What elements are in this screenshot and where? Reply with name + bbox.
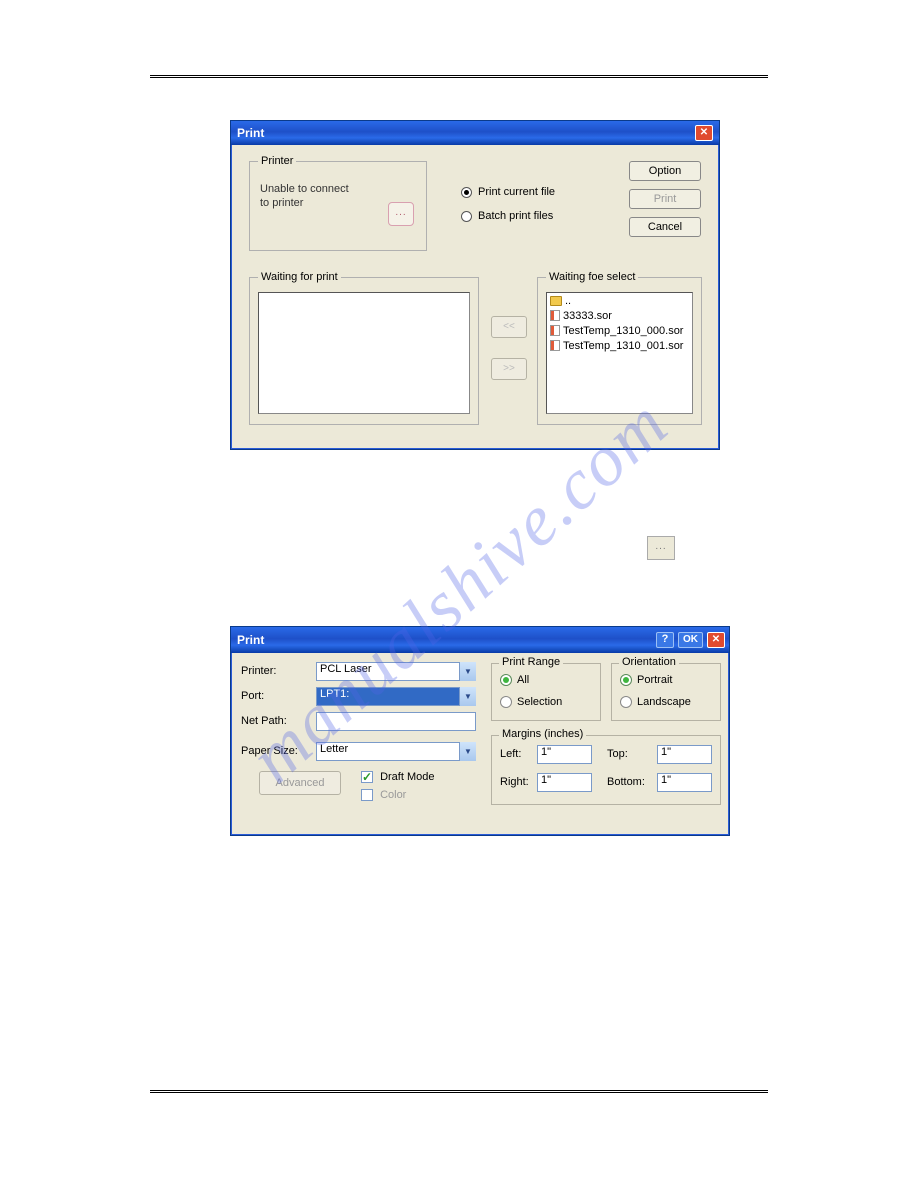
advanced-button[interactable]: Advanced	[259, 771, 341, 795]
inline-browse-button[interactable]: ...	[647, 536, 675, 560]
dialog-button-column: Option Print Cancel	[629, 161, 701, 237]
close-icon[interactable]: ✕	[695, 125, 713, 141]
printer-status-l1: Unable to connect	[260, 183, 349, 195]
chevron-down-icon[interactable]: ▼	[459, 742, 476, 761]
close-icon[interactable]: ✕	[707, 632, 725, 648]
range-selection-radio[interactable]: Selection	[500, 696, 562, 708]
margin-bottom-input[interactable]: 1"	[657, 773, 712, 792]
waiting-select-legend: Waiting foe select	[546, 271, 638, 283]
papersize-combo[interactable]: Letter ▼	[316, 742, 476, 761]
printer-combo[interactable]: PCL Laser ▼	[316, 662, 476, 681]
printer-group: Printer Unable to connect to printer ...	[249, 161, 427, 251]
range-all-radio[interactable]: All	[500, 674, 529, 686]
move-right-button[interactable]: >>	[491, 358, 527, 380]
port-value[interactable]: LPT1:	[316, 687, 476, 706]
port-combo[interactable]: LPT1: ▼	[316, 687, 476, 706]
parent-label: ..	[565, 295, 571, 307]
printer-browse-button[interactable]: ...	[388, 202, 414, 226]
batch-print-radio[interactable]: Batch print files	[461, 210, 555, 222]
printer-value[interactable]: PCL Laser	[316, 662, 476, 681]
chevron-down-icon[interactable]: ▼	[459, 662, 476, 681]
print-button[interactable]: Print	[629, 189, 701, 209]
radio-icon	[620, 674, 632, 686]
file-row[interactable]: TestTemp_1310_001.sor	[547, 338, 692, 353]
file-label: TestTemp_1310_001.sor	[563, 340, 683, 352]
netpath-label: Net Path:	[241, 715, 287, 727]
print-current-radio[interactable]: Print current file	[461, 186, 555, 198]
file-icon	[550, 325, 560, 336]
top-divider	[150, 75, 768, 78]
waiting-print-list[interactable]	[258, 292, 470, 414]
option-button[interactable]: Option	[629, 161, 701, 181]
ok-button[interactable]: OK	[678, 632, 703, 648]
printer-status: Unable to connect to printer	[260, 182, 349, 211]
range-selection-label: Selection	[517, 696, 562, 708]
print-current-label: Print current file	[478, 186, 555, 198]
print-dialog: Print ✕ Printer Unable to connect to pri…	[230, 120, 720, 450]
file-label: 33333.sor	[563, 310, 612, 322]
print-setup-dialog: Print ? OK ✕ Printer: Port: Net Path: Pa…	[230, 626, 730, 836]
draft-checkbox[interactable]: Draft Mode	[361, 771, 434, 783]
margins-group: Margins (inches) Left: 1" Top: 1" Right:…	[491, 735, 721, 805]
draft-label: Draft Mode	[380, 771, 434, 783]
margin-right-input[interactable]: 1"	[537, 773, 592, 792]
checkbox-icon	[361, 771, 373, 783]
help-icon[interactable]: ?	[656, 632, 674, 648]
file-icon	[550, 340, 560, 351]
waiting-print-group: Waiting for print	[249, 277, 479, 425]
margin-top-input[interactable]: 1"	[657, 745, 712, 764]
waiting-select-group: Waiting foe select .. 33333.sor TestTemp…	[537, 277, 702, 425]
margins-legend: Margins (inches)	[499, 728, 586, 740]
papersize-value[interactable]: Letter	[316, 742, 476, 761]
port-label: Port:	[241, 690, 264, 702]
file-label: TestTemp_1310_000.sor	[563, 325, 683, 337]
landscape-label: Landscape	[637, 696, 691, 708]
range-all-label: All	[517, 674, 529, 686]
cancel-button[interactable]: Cancel	[629, 217, 701, 237]
move-buttons: << >>	[491, 316, 527, 380]
landscape-radio[interactable]: Landscape	[620, 696, 691, 708]
file-row[interactable]: 33333.sor	[547, 308, 692, 323]
orientation-legend: Orientation	[619, 656, 679, 668]
title-text: Print	[237, 633, 264, 647]
file-icon	[550, 310, 560, 321]
orientation-group: Orientation Portrait Landscape	[611, 663, 721, 721]
printer-legend: Printer	[258, 155, 296, 167]
print-range-group: Print Range All Selection	[491, 663, 601, 721]
color-checkbox[interactable]: Color	[361, 789, 406, 801]
chevron-down-icon[interactable]: ▼	[459, 687, 476, 706]
radio-icon	[500, 696, 512, 708]
waiting-print-legend: Waiting for print	[258, 271, 341, 283]
waiting-select-list[interactable]: .. 33333.sor TestTemp_1310_000.sor TestT…	[546, 292, 693, 414]
printer-status-l2: to printer	[260, 197, 303, 209]
printer-label: Printer:	[241, 665, 276, 677]
move-left-button[interactable]: <<	[491, 316, 527, 338]
radio-icon	[461, 211, 472, 222]
checkbox-icon	[361, 789, 373, 801]
margin-right-label: Right:	[500, 776, 529, 788]
netpath-field[interactable]	[316, 712, 476, 731]
papersize-label: Paper Size:	[241, 745, 298, 757]
file-row[interactable]: TestTemp_1310_000.sor	[547, 323, 692, 338]
title-text: Print	[237, 126, 264, 140]
radio-icon	[500, 674, 512, 686]
radio-icon	[461, 187, 472, 198]
color-label: Color	[380, 789, 406, 801]
netpath-value[interactable]	[316, 712, 476, 731]
titlebar[interactable]: Print ? OK ✕	[231, 627, 729, 653]
portrait-label: Portrait	[637, 674, 672, 686]
margin-left-input[interactable]: 1"	[537, 745, 592, 764]
batch-print-label: Batch print files	[478, 210, 553, 222]
margin-bottom-label: Bottom:	[607, 776, 645, 788]
margin-top-label: Top:	[607, 748, 628, 760]
titlebar[interactable]: Print ✕	[231, 121, 719, 145]
parent-folder-row[interactable]: ..	[547, 293, 692, 308]
radio-icon	[620, 696, 632, 708]
print-mode-group: Print current file Batch print files	[461, 186, 555, 234]
portrait-radio[interactable]: Portrait	[620, 674, 672, 686]
bottom-divider	[150, 1090, 768, 1093]
range-legend: Print Range	[499, 656, 563, 668]
folder-icon	[550, 296, 562, 306]
margin-left-label: Left:	[500, 748, 521, 760]
